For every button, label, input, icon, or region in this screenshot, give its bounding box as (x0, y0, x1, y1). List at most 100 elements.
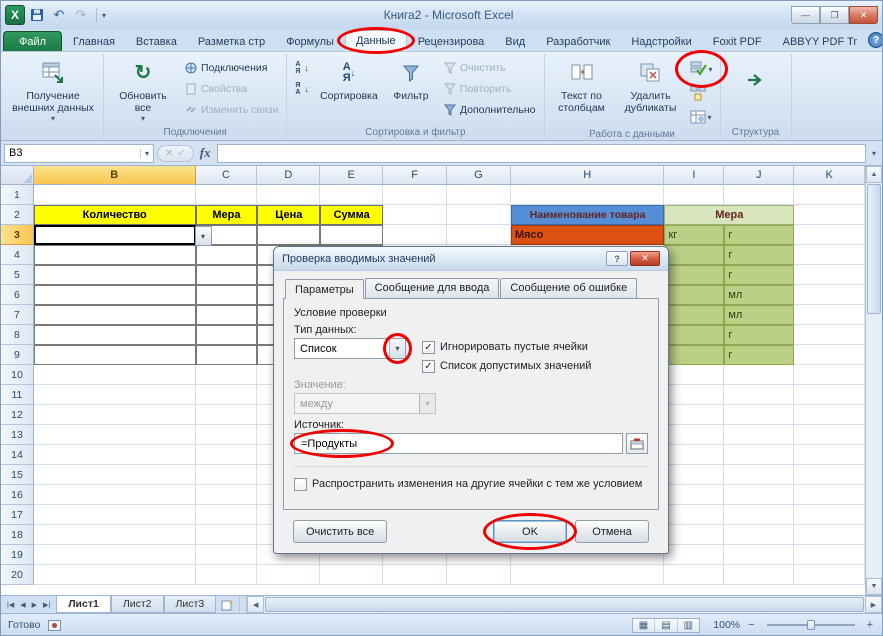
cell-B6[interactable] (34, 285, 196, 305)
text-to-columns-button[interactable]: Текст по столбцам (549, 55, 615, 125)
get-external-data-button[interactable]: Получение внешних данных ▾ (7, 55, 99, 125)
cell-J11[interactable] (724, 385, 794, 405)
scroll-down-icon[interactable]: ▼ (866, 578, 882, 595)
tab-data[interactable]: Данные (345, 30, 407, 51)
edit-links-button[interactable]: Изменить связи (181, 100, 282, 119)
cell-K9[interactable] (794, 345, 865, 365)
outline-button[interactable] (742, 69, 770, 91)
sort-az-button[interactable]: АЯ ↓ (291, 58, 313, 77)
cell-B20[interactable] (34, 565, 196, 585)
expand-formula-bar-icon[interactable]: ▾ (869, 149, 879, 158)
cell-F2[interactable] (383, 205, 447, 225)
cell-K5[interactable] (794, 265, 865, 285)
page-break-view-icon[interactable]: ▥ (678, 619, 699, 632)
cell-C20[interactable] (196, 565, 258, 585)
column-header-C[interactable]: C (196, 166, 258, 185)
clear-filter-button[interactable]: Очистить (440, 58, 540, 77)
cell-H2[interactable]: Наименование товара (511, 205, 665, 225)
cell-G1[interactable] (447, 185, 511, 205)
cell-C19[interactable] (196, 545, 258, 565)
select-all-corner[interactable] (1, 166, 34, 185)
cell-J14[interactable] (724, 445, 794, 465)
advanced-filter-button[interactable]: Дополнительно (440, 100, 540, 119)
consolidate-button[interactable] (687, 82, 716, 104)
zoom-level[interactable]: 100% (706, 619, 740, 631)
zoom-slider[interactable] (767, 624, 855, 626)
column-header-D[interactable]: D (257, 166, 320, 185)
cell-E20[interactable] (320, 565, 383, 585)
row-header-10[interactable]: 10 (1, 365, 34, 385)
cell-K4[interactable] (794, 245, 865, 265)
row-header-19[interactable]: 19 (1, 545, 34, 565)
apply-to-all-checkbox[interactable]: Распространить изменения на другие ячейк… (294, 476, 648, 492)
tab-page-layout[interactable]: Разметка стр (188, 32, 275, 51)
cell-J8[interactable]: г (724, 325, 794, 345)
cell-J15[interactable] (724, 465, 794, 485)
cell-C7[interactable] (196, 305, 258, 325)
cell-K15[interactable] (794, 465, 865, 485)
cell-J3[interactable]: г (724, 225, 794, 245)
cell-I14[interactable] (664, 445, 724, 465)
tab-developer[interactable]: Разработчик (536, 32, 620, 51)
cell-I11[interactable] (664, 385, 724, 405)
cell-C6[interactable] (196, 285, 258, 305)
cell-I16[interactable] (664, 485, 724, 505)
sheet-tab-1[interactable]: Лист1 (56, 596, 111, 613)
row-header-7[interactable]: 7 (1, 305, 34, 325)
cell-C17[interactable] (196, 505, 258, 525)
cell-I18[interactable] (664, 525, 724, 545)
cell-B11[interactable] (34, 385, 196, 405)
cell-F20[interactable] (383, 565, 447, 585)
cell-B8[interactable] (34, 325, 196, 345)
cell-B15[interactable] (34, 465, 196, 485)
cell-B18[interactable] (34, 525, 196, 545)
dialog-tab-settings[interactable]: Параметры (285, 279, 364, 299)
column-header-I[interactable]: I (664, 166, 724, 185)
row-header-20[interactable]: 20 (1, 565, 34, 585)
undo-button[interactable]: ↶ (49, 6, 69, 25)
cell-J17[interactable] (724, 505, 794, 525)
cell-C1[interactable] (196, 185, 258, 205)
column-header-H[interactable]: H (511, 166, 665, 185)
cell-J7[interactable]: мл (724, 305, 794, 325)
cell-J12[interactable] (724, 405, 794, 425)
cell-I3[interactable]: кг (664, 225, 724, 245)
what-if-analysis-button[interactable]: ▾ (687, 106, 716, 128)
connections-button[interactable]: Подключения (181, 58, 282, 77)
collapse-dialog-button[interactable] (626, 433, 648, 454)
cell-J19[interactable] (724, 545, 794, 565)
cell-B5[interactable] (34, 265, 196, 285)
cell-I4[interactable] (664, 245, 724, 265)
cell-B3[interactable]: ▾ (34, 225, 196, 245)
dialog-tab-input-message[interactable]: Сообщение для ввода (365, 278, 500, 298)
cell-B9[interactable] (34, 345, 196, 365)
sheet-tab-2[interactable]: Лист2 (111, 596, 164, 613)
last-sheet-icon[interactable]: ▶| (40, 601, 53, 609)
cell-I20[interactable] (664, 565, 724, 585)
cell-E1[interactable] (320, 185, 383, 205)
cell-B4[interactable] (34, 245, 196, 265)
cell-I1[interactable] (664, 185, 724, 205)
combo-dropdown-icon[interactable]: ▾ (389, 339, 405, 358)
cell-K12[interactable] (794, 405, 865, 425)
cell-J16[interactable] (724, 485, 794, 505)
cell-K17[interactable] (794, 505, 865, 525)
cell-B2[interactable]: Количество (34, 205, 196, 225)
cell-K6[interactable] (794, 285, 865, 305)
in-cell-dropdown-checkbox[interactable]: ✓ Список допустимых значений (422, 358, 591, 374)
refresh-all-button[interactable]: ↻ Обновить все ▾ (108, 55, 178, 125)
cell-I17[interactable] (664, 505, 724, 525)
insert-function-button[interactable]: fx (197, 145, 214, 161)
cell-B16[interactable] (34, 485, 196, 505)
cell-D1[interactable] (257, 185, 320, 205)
macro-record-icon[interactable] (48, 620, 61, 631)
scroll-track[interactable] (866, 315, 882, 578)
cell-I2[interactable]: Мера (664, 205, 794, 225)
cell-H1[interactable] (511, 185, 665, 205)
row-header-1[interactable]: 1 (1, 185, 34, 205)
page-layout-view-icon[interactable]: ▤ (655, 619, 677, 632)
tab-foxit-pdf[interactable]: Foxit PDF (703, 32, 772, 51)
name-box-dropdown-icon[interactable]: ▾ (140, 149, 149, 158)
filter-button[interactable]: Фильтр (385, 55, 437, 125)
cell-I10[interactable] (664, 365, 724, 385)
